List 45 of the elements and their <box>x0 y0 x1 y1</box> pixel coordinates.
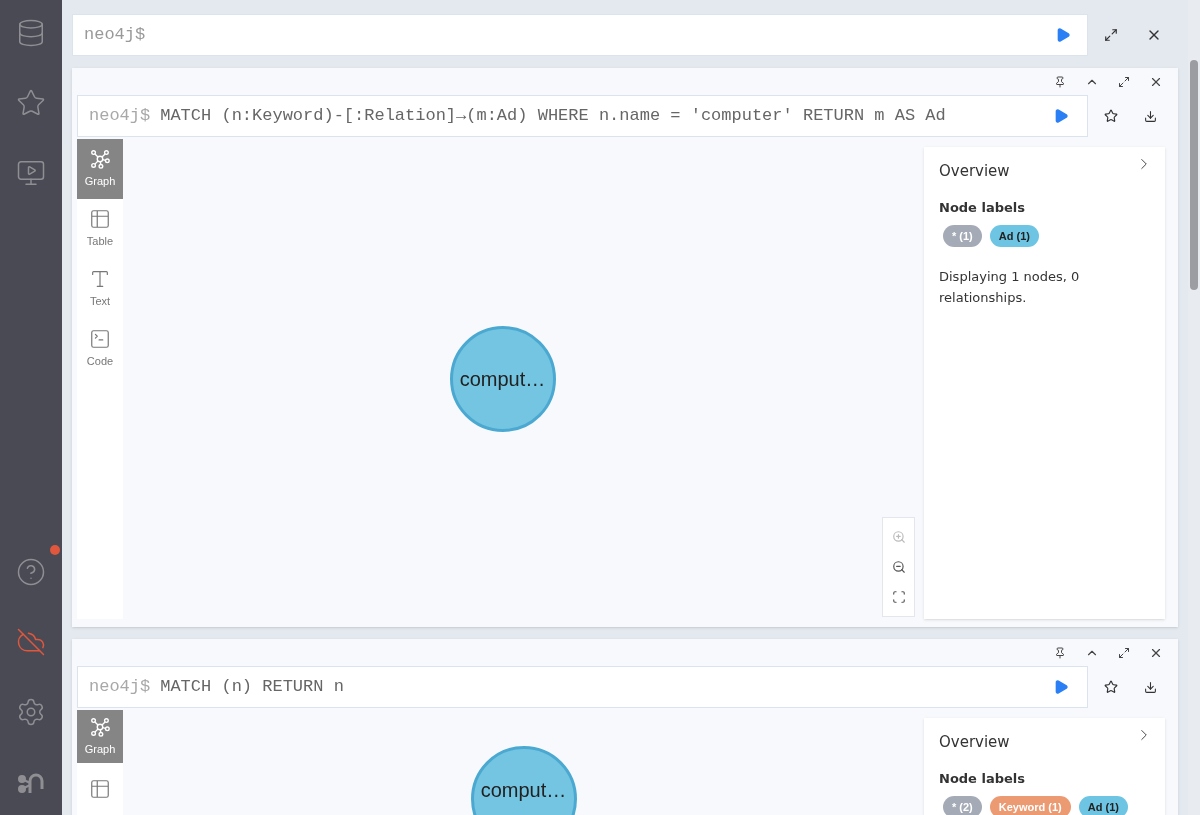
zoom-out-icon[interactable] <box>891 560 906 574</box>
fit-icon[interactable] <box>891 590 906 604</box>
label-pill[interactable]: Ad (1) <box>989 225 1039 247</box>
database-icon[interactable] <box>16 18 46 48</box>
help-icon[interactable] <box>16 557 46 587</box>
fullscreen-icon[interactable] <box>1104 28 1118 42</box>
favorite-icon[interactable] <box>1104 680 1118 694</box>
favorite-icon[interactable] <box>1104 109 1118 123</box>
section-heading: Node labels <box>939 769 1026 788</box>
terminal-icon <box>89 328 111 351</box>
section-heading: Node labels <box>939 198 1026 217</box>
panel-title: Overview <box>939 161 1010 182</box>
query-editor[interactable]: neo4j$ MATCH (n:Keyword)-[:Relation]→(m:Ad) WHERE n.name = 'computer' RETURN m AS Ad <box>77 95 1088 137</box>
summary-text: Displaying 1 nodes, 0 relationships. <box>939 268 1081 307</box>
run-icon[interactable] <box>1055 27 1071 43</box>
query-text: MATCH (n) RETURN n <box>160 676 344 699</box>
scrollbar-thumb[interactable] <box>1190 60 1198 290</box>
table-icon <box>89 208 111 231</box>
favorites-icon[interactable] <box>16 88 46 118</box>
settings-icon[interactable] <box>16 697 46 727</box>
run-icon[interactable] <box>1053 679 1069 695</box>
command-editor[interactable]: neo4j$ <box>72 14 1088 56</box>
download-icon[interactable] <box>1144 109 1157 123</box>
graph-icon <box>89 148 111 171</box>
table-icon <box>89 777 111 800</box>
cloud-icon[interactable] <box>16 627 46 657</box>
prompt: neo4j$ <box>89 105 151 128</box>
label-pill[interactable]: Ad (1) <box>1078 796 1128 815</box>
view-tab[interactable]: Graph <box>77 139 123 199</box>
pin-icon[interactable] <box>1054 646 1066 659</box>
prompt: neo4j$ <box>84 24 146 47</box>
query-editor[interactable]: neo4j$ MATCH (n) RETURN n <box>77 666 1088 708</box>
run-icon[interactable] <box>1053 108 1069 124</box>
graph-node[interactable]: comput… <box>449 326 556 432</box>
prompt: neo4j$ <box>89 676 151 699</box>
graph-node[interactable]: comput… <box>470 746 577 815</box>
pin-icon[interactable] <box>1054 75 1066 88</box>
view-tab[interactable]: Graph <box>77 710 123 763</box>
download-icon[interactable] <box>1144 680 1157 694</box>
graph-icon <box>89 715 111 738</box>
expand-icon[interactable] <box>1118 75 1130 88</box>
guides-icon[interactable] <box>16 158 46 188</box>
expand-icon[interactable] <box>1118 646 1130 659</box>
query-text: MATCH (n:Keyword)-[:Relation]→(m:Ad) WHERE n.name = 'computer' RETURN m AS Ad <box>160 105 946 128</box>
panel-title: Overview <box>939 732 1010 753</box>
